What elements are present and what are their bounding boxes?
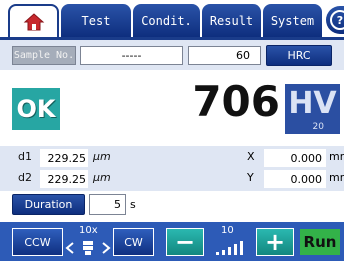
hardness-value: 706 [192,76,280,126]
tab-condit-label: Condit. [141,13,192,28]
help-button[interactable]: ? [326,6,344,34]
speed-decrease-button[interactable]: − [166,228,204,256]
control-bar: CCW 10x CW − 10 + Run [0,222,344,261]
turret-icon [65,241,111,255]
unit-subscript: 20 [312,122,324,132]
speed-increase-button[interactable]: + [256,228,294,256]
measurement-row-d2: d2 229.25 μm Y 0.000 mm [0,169,344,190]
speed-value: 10 [221,225,234,236]
cw-button[interactable]: CW [113,228,154,256]
tab-bar: Test Condit. Result System ? [0,0,344,40]
y-unit: mm [329,171,344,184]
measurement-row-d1: d1 229.25 μm X 0.000 mm [0,148,344,169]
tab-home[interactable] [8,4,59,37]
unit-label: HV [288,85,337,121]
sample-no-button[interactable]: Sample No. [12,46,76,65]
tab-system-label: System [270,13,315,28]
duration-button[interactable]: Duration [12,194,85,215]
sample-no-field[interactable]: ----- [80,46,183,65]
tab-result[interactable]: Result [202,4,261,37]
d2-unit: μm [93,171,111,184]
tab-result-label: Result [209,13,254,28]
hardness-tester-screen: Test Condit. Result System ? Sample No. … [0,0,344,261]
turret-position: 10x [65,224,111,259]
sample-no-value: ----- [121,49,142,62]
scale-label: HRC [287,49,311,62]
y-label: Y [247,171,254,184]
x-unit: mm [329,150,344,163]
run-button[interactable]: Run [298,227,342,257]
duration-field[interactable]: 5 [89,194,126,215]
run-label: Run [303,233,337,251]
duration-label: Duration [24,198,73,211]
cw-label: CW [124,235,143,249]
d1-value: 229.25 [40,149,88,167]
tab-test-label: Test [81,13,111,28]
x-value: 0.000 [264,149,326,167]
sample-no-label: Sample No. [13,50,75,61]
minus-icon: − [174,228,196,256]
tab-system[interactable]: System [263,4,322,37]
d2-label: d2 [18,171,32,184]
home-icon [23,12,44,30]
tab-test[interactable]: Test [61,4,131,37]
status-badge: OK [12,88,60,130]
ccw-button[interactable]: CCW [12,228,63,256]
d1-unit: μm [93,150,111,163]
help-glyph: ? [336,13,344,27]
duration-value: 5 [114,198,121,211]
d2-value: 229.25 [40,170,88,188]
duration-row: Duration 5 s [0,191,344,217]
plus-icon: + [264,228,286,256]
x-label: X [247,150,255,163]
result-panel: OK 706 HV 20 [0,72,344,142]
measurement-panel: d1 229.25 μm X 0.000 mm d2 229.25 μm Y 0… [0,146,344,191]
signal-bars-icon [216,241,243,255]
ccw-label: CCW [24,235,51,249]
y-value: 0.000 [264,170,326,188]
status-text: OK [16,95,56,123]
load-field[interactable]: 60 [188,46,261,65]
speed-indicator: 10 [206,224,254,259]
d1-label: d1 [18,150,32,163]
load-value: 60 [236,49,250,62]
question-icon: ? [330,10,344,30]
scale-button[interactable]: HRC [266,45,332,66]
unit-box[interactable]: HV 20 [285,84,340,134]
position-label: 10x [79,225,98,236]
tab-condit[interactable]: Condit. [133,4,200,37]
duration-unit: s [130,198,136,211]
sample-row: Sample No. ----- 60 HRC [0,40,344,70]
